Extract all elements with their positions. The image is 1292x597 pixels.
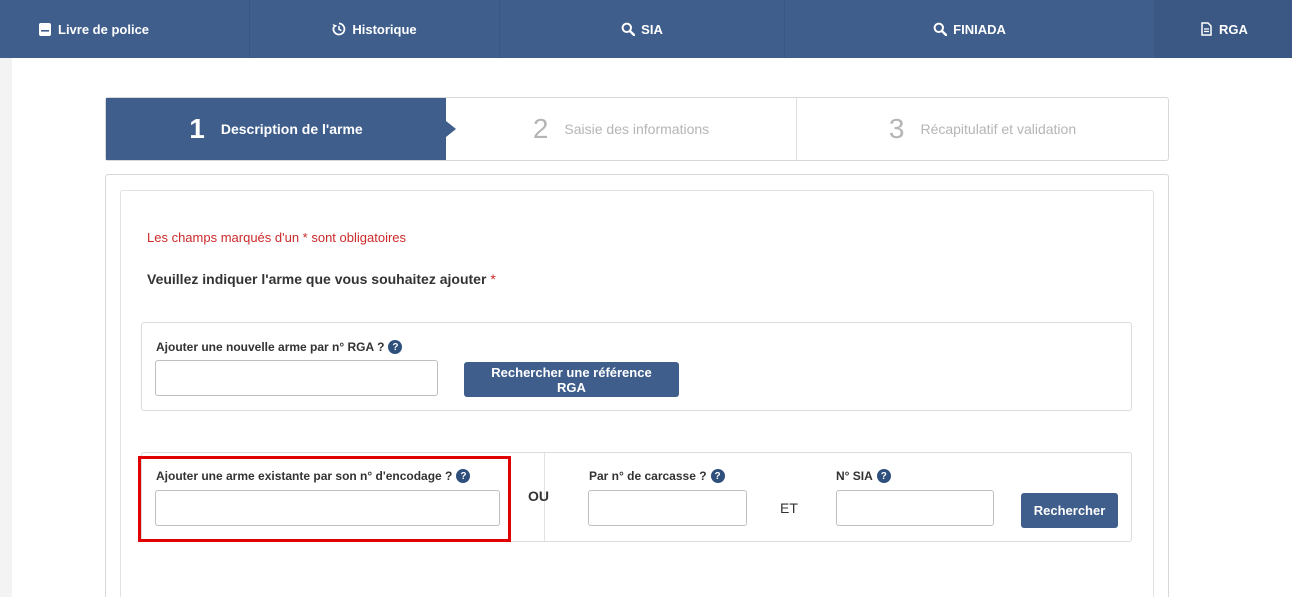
nav-historique[interactable]: Historique	[250, 0, 500, 58]
required-star: *	[490, 271, 496, 287]
encoding-label: Ajouter une arme existante par son n° d'…	[156, 469, 471, 483]
book-icon	[38, 22, 52, 36]
step-recapitulatif[interactable]: 3 Récapitulatif et validation	[797, 98, 1168, 160]
step-number: 1	[189, 113, 205, 144]
wizard-stepper: 1 Description de l'arme 2 Saisie des inf…	[105, 97, 1169, 161]
rga-label: Ajouter une nouvelle arme par n° RGA ? ?	[156, 340, 403, 354]
help-icon[interactable]: ?	[876, 469, 891, 483]
weapon-question: Veuillez indiquer l'arme que vous souhai…	[147, 271, 496, 287]
nav-rga[interactable]: RGA	[1155, 0, 1292, 58]
weapon-question-text: Veuillez indiquer l'arme que vous souhai…	[147, 271, 487, 287]
step-number: 2	[532, 113, 549, 144]
nav-sia[interactable]: SIA	[500, 0, 785, 58]
required-fields-note: Les champs marqués d'un * sont obligatoi…	[147, 230, 407, 245]
search-icon	[621, 22, 636, 36]
help-icon[interactable]: ?	[388, 340, 403, 354]
document-icon	[1199, 22, 1213, 36]
nav-sia-label: SIA	[641, 21, 663, 37]
search-button[interactable]: Rechercher	[1021, 493, 1118, 528]
help-icon[interactable]: ?	[710, 469, 725, 483]
history-icon	[332, 22, 346, 36]
sia-label: N° SIA ?	[836, 469, 891, 483]
step-number: 3	[888, 113, 905, 144]
carcasse-input[interactable]	[588, 490, 747, 526]
encoding-label-text: Ajouter une arme existante par son n° d'…	[156, 469, 453, 483]
top-navigation: Livre de police Historique SIA FINIADA R…	[0, 0, 1292, 58]
step-label: Description de l'arme	[220, 121, 363, 137]
and-separator: ET	[780, 500, 798, 516]
nav-finiada-label: FINIADA	[953, 21, 1006, 37]
rga-label-text: Ajouter une nouvelle arme par n° RGA ?	[156, 340, 385, 354]
encoding-input[interactable]	[155, 490, 500, 526]
page-left-edge	[0, 58, 12, 597]
sia-label-text: N° SIA	[836, 469, 873, 483]
rga-input[interactable]	[155, 360, 438, 396]
search-icon	[933, 22, 948, 36]
step-label: Saisie des informations	[564, 121, 710, 137]
carcasse-label: Par n° de carcasse ? ?	[589, 469, 725, 483]
nav-historique-label: Historique	[352, 21, 417, 37]
nav-finiada[interactable]: FINIADA	[785, 0, 1155, 58]
step-description[interactable]: 1 Description de l'arme	[106, 98, 456, 160]
sia-input[interactable]	[836, 490, 994, 526]
step-saisie[interactable]: 2 Saisie des informations	[446, 98, 797, 160]
nav-livre-de-police-label: Livre de police	[58, 21, 150, 37]
step-label: Récapitulatif et validation	[920, 121, 1077, 137]
carcasse-label-text: Par n° de carcasse ?	[589, 469, 707, 483]
search-rga-button[interactable]: Rechercher une référence RGA	[464, 362, 679, 397]
help-icon[interactable]: ?	[456, 469, 471, 483]
or-separator: OU	[528, 488, 549, 504]
nav-livre-de-police[interactable]: Livre de police	[0, 0, 250, 58]
nav-rga-label: RGA	[1219, 21, 1248, 37]
